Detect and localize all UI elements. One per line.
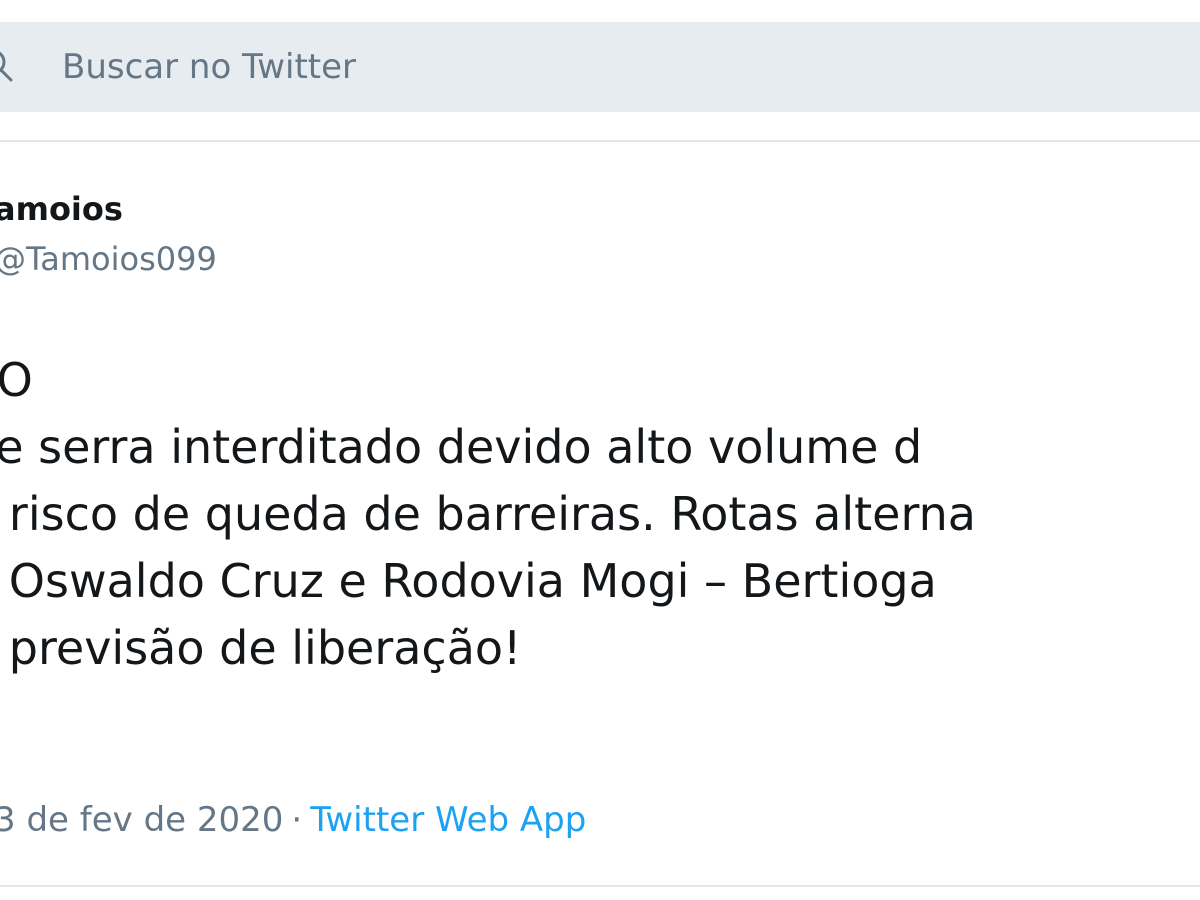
user-handle-text: Tamoios099: [26, 240, 217, 278]
twitter-page: amoios @Tamoios099 ÃO de serra interdita…: [0, 0, 1200, 900]
search-input[interactable]: [62, 22, 1062, 112]
tweet-text-line: de serra interditado devido alto volume …: [0, 420, 923, 474]
search-bar[interactable]: [0, 22, 1200, 112]
tweet-source-link[interactable]: Twitter Web App: [310, 800, 586, 840]
tweet-text-line: a Oswaldo Cruz e Rodovia Mogi – Bertioga: [0, 554, 937, 608]
tweet-text: ÃO de serra interditado devido alto volu…: [0, 347, 976, 682]
search-icon[interactable]: [0, 47, 14, 83]
tweet-text-line: á previsão de liberação!: [0, 621, 522, 675]
tweet-date[interactable]: 3 de fev de 2020: [0, 800, 283, 840]
user-handle[interactable]: @Tamoios099: [0, 240, 217, 278]
tweet-text-line: ÃO: [0, 353, 33, 407]
tweet-text-line: e risco de queda de barreiras. Rotas alt…: [0, 487, 976, 541]
tweet-meta: 3 de fev de 2020 · Twitter Web App: [0, 800, 586, 840]
meta-separator: ·: [291, 800, 303, 840]
divider: [0, 885, 1200, 887]
display-name[interactable]: amoios: [0, 190, 123, 228]
tweet: amoios @Tamoios099 ÃO de serra interdita…: [0, 142, 1200, 887]
